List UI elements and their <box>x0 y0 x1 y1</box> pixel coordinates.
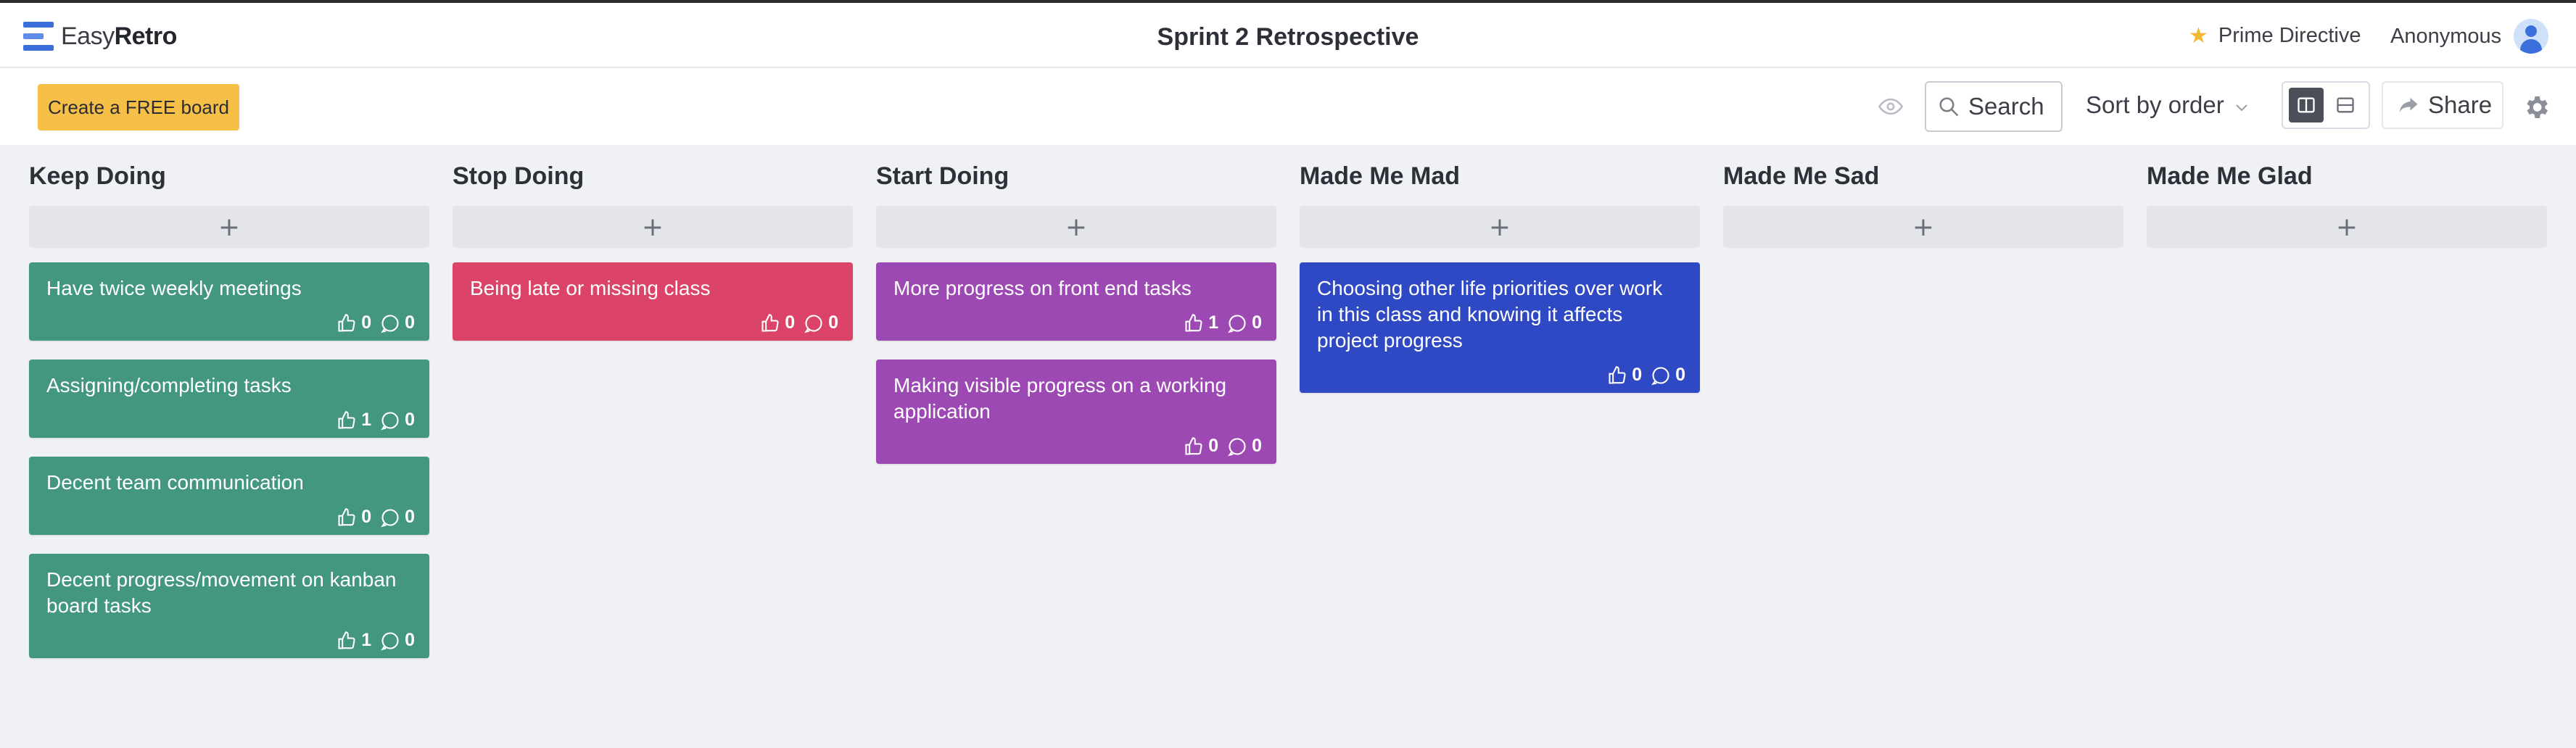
card-text: More progress on front end tasks <box>893 277 1192 299</box>
card[interactable]: Have twice weekly meetings 0 0 <box>29 262 429 341</box>
app-header: EasyRetro Sprint 2 Retrospective ★ Prime… <box>0 3 2576 68</box>
card-text: Making visible progress on a working app… <box>893 374 1227 423</box>
like-count: 1 <box>361 410 372 430</box>
comment-count: 0 <box>1675 365 1685 385</box>
add-card-button[interactable]: + <box>2147 206 2547 248</box>
view-toggle <box>2282 81 2370 129</box>
card[interactable]: Decent team communication 0 0 <box>29 457 429 535</box>
comment-count: 0 <box>405 630 415 650</box>
column-title: Stop Doing <box>453 162 585 190</box>
comment-count: 0 <box>828 312 838 333</box>
comment-icon[interactable] <box>1227 313 1247 333</box>
add-card-button[interactable]: + <box>1300 206 1700 248</box>
comment-count: 0 <box>405 312 415 333</box>
prime-directive-link[interactable]: ★ Prime Directive <box>2189 23 2361 49</box>
thumbs-up-icon[interactable] <box>337 631 357 651</box>
comment-icon[interactable] <box>380 313 400 333</box>
column-title: Made Me Glad <box>2147 162 2313 190</box>
share-button[interactable]: Share <box>2382 81 2503 129</box>
sort-dropdown[interactable]: Sort by order <box>2086 91 2250 119</box>
card[interactable]: Assigning/completing tasks 1 0 <box>29 360 429 438</box>
columns-view-icon <box>2298 97 2315 113</box>
user-name[interactable]: Anonymous <box>2390 25 2501 49</box>
card[interactable]: More progress on front end tasks 1 0 <box>876 262 1276 341</box>
like-count: 0 <box>1632 365 1643 385</box>
comment-count: 0 <box>405 410 415 430</box>
eye-icon[interactable] <box>1878 94 1903 119</box>
add-card-button[interactable]: + <box>453 206 853 248</box>
thumbs-up-icon[interactable] <box>760 313 780 333</box>
thumbs-up-icon[interactable] <box>337 410 357 431</box>
column-title: Start Doing <box>876 162 1010 190</box>
comment-icon[interactable] <box>380 507 400 528</box>
star-icon: ★ <box>2189 24 2208 48</box>
sort-label: Sort by order <box>2086 91 2224 118</box>
comment-count: 0 <box>1252 312 1262 333</box>
search-icon <box>1939 97 1959 117</box>
comment-icon[interactable] <box>804 313 824 333</box>
thumbs-up-icon[interactable] <box>337 313 357 333</box>
card-text: Decent team communication <box>46 471 304 494</box>
card[interactable]: Decent progress/movement on kanban board… <box>29 554 429 658</box>
comment-count: 0 <box>405 507 415 527</box>
card[interactable]: Making visible progress on a working app… <box>876 360 1276 464</box>
card-text: Decent progress/movement on kanban board… <box>46 568 397 617</box>
add-card-button[interactable]: + <box>876 206 1276 248</box>
add-card-button[interactable]: + <box>1723 206 2123 248</box>
card[interactable]: Choosing other life priorities over work… <box>1300 262 1700 393</box>
like-count: 1 <box>1208 312 1219 333</box>
thumbs-up-icon[interactable] <box>1607 365 1627 386</box>
column-title: Keep Doing <box>29 162 166 190</box>
comment-icon[interactable] <box>380 410 400 431</box>
card-text: Choosing other life priorities over work… <box>1317 277 1663 352</box>
share-icon <box>2399 98 2418 112</box>
create-free-board-button[interactable]: Create a FREE board <box>38 84 239 130</box>
gear-icon[interactable] <box>2522 93 2551 122</box>
retro-board: Keep Doing + Have twice weekly meetings … <box>29 145 2553 739</box>
search-button[interactable]: Search <box>1925 81 2063 132</box>
column-title: Made Me Mad <box>1300 162 1461 190</box>
thumbs-up-icon[interactable] <box>1184 313 1204 333</box>
board-toolbar: Create a FREE board Search Sort by order <box>0 68 2576 145</box>
thumbs-up-icon[interactable] <box>1184 436 1204 457</box>
rows-view-button[interactable] <box>2328 88 2363 122</box>
like-count: 0 <box>785 312 796 333</box>
avatar[interactable] <box>2514 19 2548 54</box>
share-label: Share <box>2428 91 2493 118</box>
thumbs-up-icon[interactable] <box>337 507 357 528</box>
chevron-down-icon <box>2236 104 2247 112</box>
card-text: Assigning/completing tasks <box>46 374 292 396</box>
prime-directive-label: Prime Directive <box>2218 24 2361 47</box>
like-count: 0 <box>1208 436 1219 456</box>
card-text: Have twice weekly meetings <box>46 277 302 299</box>
card-text: Being late or missing class <box>470 277 711 299</box>
like-count: 0 <box>361 507 372 527</box>
comment-icon[interactable] <box>380 631 400 651</box>
like-count: 1 <box>361 630 372 650</box>
column-title: Made Me Sad <box>1723 162 1880 190</box>
like-count: 0 <box>361 312 372 333</box>
card[interactable]: Being late or missing class 0 0 <box>453 262 853 341</box>
comment-icon[interactable] <box>1227 436 1247 457</box>
rows-view-icon <box>2337 97 2354 113</box>
add-card-button[interactable]: + <box>29 206 429 248</box>
columns-view-button[interactable] <box>2289 88 2324 122</box>
comment-count: 0 <box>1252 436 1262 456</box>
search-label: Search <box>1968 93 2044 120</box>
comment-icon[interactable] <box>1651 365 1671 386</box>
